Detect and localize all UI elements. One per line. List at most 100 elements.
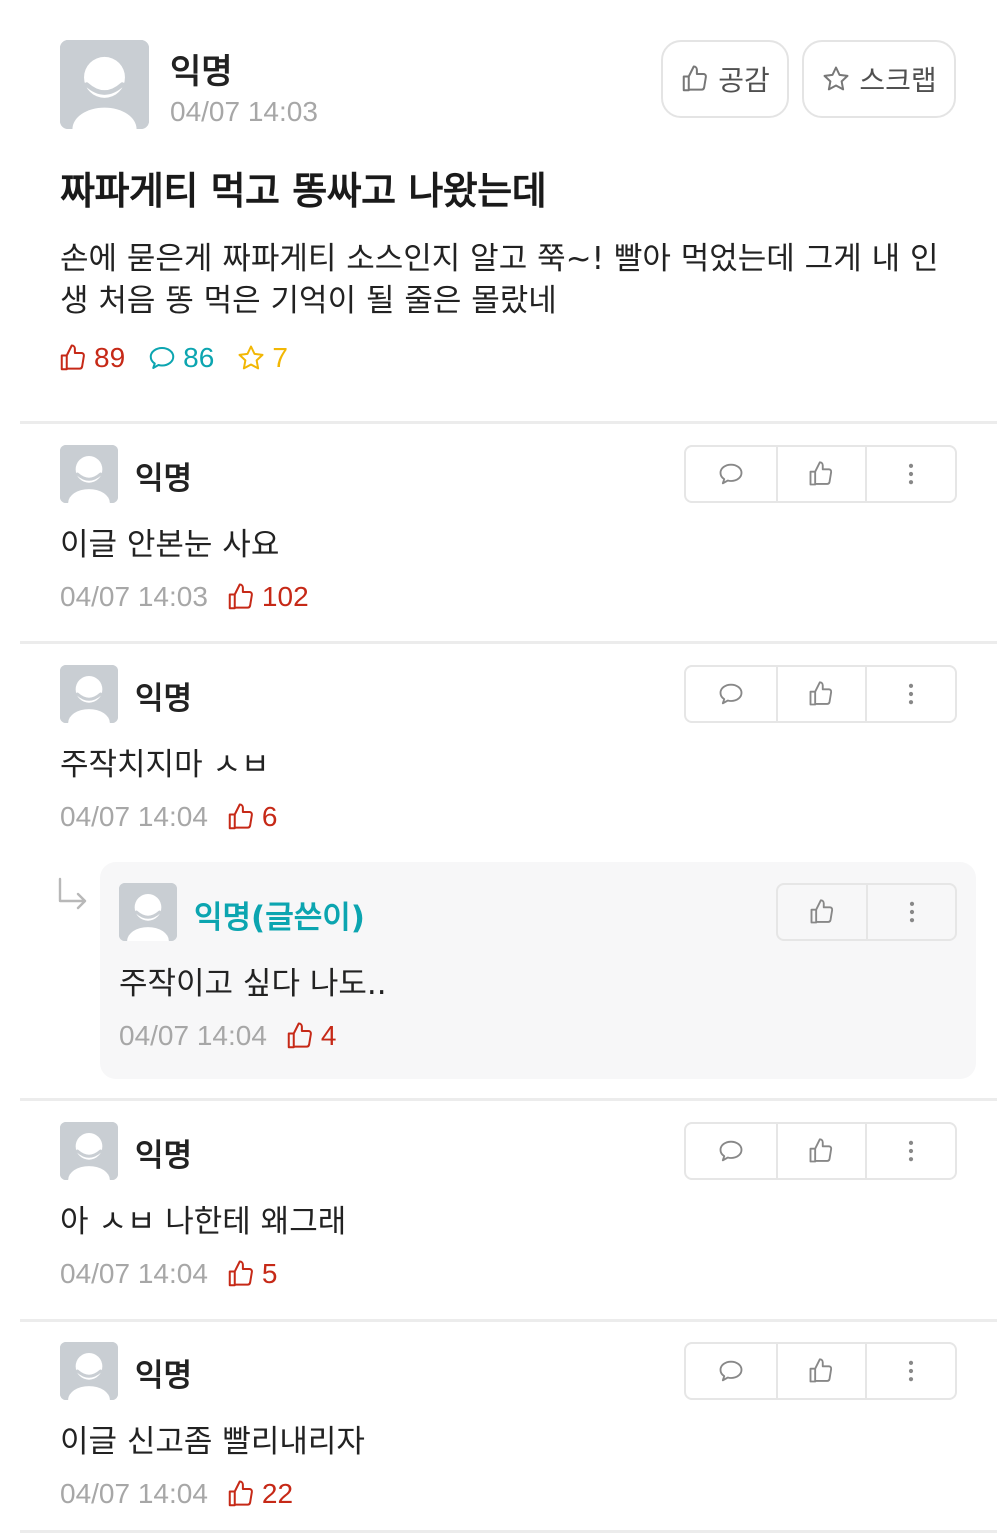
default-avatar-icon	[60, 1342, 118, 1400]
default-avatar-icon	[60, 1122, 118, 1180]
comment-timestamp: 04/07 14:04	[60, 801, 208, 832]
thumbs-up-icon	[285, 1021, 315, 1051]
comment-actions	[684, 1122, 957, 1180]
post-comment-count: 86	[147, 342, 214, 374]
thumbs-up-icon	[680, 64, 710, 94]
reply-item: 익명(글쓴이) 주작이고 싶다 나도.. 04/07 14:04 4	[100, 862, 976, 1079]
reply-author: 익명(글쓴이)	[194, 900, 365, 936]
comment-meta: 04/07 14:03 102	[60, 581, 309, 613]
post-comment-count-value: 86	[183, 342, 215, 373]
post-scrap-count-value: 7	[272, 342, 288, 373]
default-avatar-icon	[60, 445, 118, 503]
post-author-avatar	[60, 40, 149, 129]
post-body: 손에 묻은게 짜파게티 소스인지 알고 쭉~! 빨아 먹었는데 그게 내 인생 …	[60, 241, 939, 319]
comment-author: 익명	[135, 1358, 193, 1394]
more-vertical-icon	[897, 1137, 925, 1165]
comment-like-count-value: 102	[261, 581, 309, 612]
comment-like-count-value: 6	[261, 801, 278, 832]
speech-bubble-icon	[147, 343, 177, 373]
star-icon	[236, 343, 266, 373]
comment-like-button[interactable]	[775, 667, 866, 721]
speech-bubble-icon	[717, 1137, 745, 1165]
reply-button[interactable]	[686, 1344, 776, 1398]
comment-meta: 04/07 14:04 22	[60, 1478, 293, 1510]
comment-like-count-value: 5	[261, 1258, 278, 1289]
comment-timestamp: 04/07 14:04	[60, 1478, 208, 1509]
comment-like-count-value: 22	[261, 1478, 294, 1509]
comment-like-count: 5	[226, 1258, 278, 1290]
thumbs-up-icon	[226, 802, 256, 832]
default-avatar-icon	[119, 883, 177, 941]
more-options-button[interactable]	[865, 447, 955, 501]
comment-like-count: 22	[226, 1478, 293, 1510]
comment-actions	[684, 665, 957, 723]
thumbs-up-icon	[807, 1137, 835, 1165]
reply-timestamp: 04/07 14:04	[119, 1020, 267, 1051]
post-author-name: 익명	[170, 52, 233, 92]
post-title: 짜파게티 먹고 똥싸고 나왔는데	[60, 169, 547, 213]
comment-actions	[684, 1342, 957, 1400]
comment-text: 이글 안본눈 사요	[60, 527, 280, 563]
star-icon	[821, 64, 851, 94]
comment-text: 이글 신고좀 빨리내리자	[60, 1424, 365, 1460]
more-options-button[interactable]	[865, 1124, 955, 1178]
more-options-button[interactable]	[865, 1344, 955, 1398]
comment-like-button[interactable]	[775, 1344, 866, 1398]
thumbs-up-icon	[808, 898, 836, 926]
reply-button[interactable]	[686, 1124, 776, 1178]
comment-avatar	[60, 665, 118, 723]
comment-timestamp: 04/07 14:03	[60, 581, 208, 612]
post-like-button[interactable]: 공감	[661, 40, 789, 118]
thumbs-up-icon	[226, 582, 256, 612]
comment-text: 주작치지마 ㅅㅂ	[60, 747, 270, 783]
comment-author: 익명	[135, 681, 193, 717]
reply-meta: 04/07 14:04 4	[119, 1020, 337, 1052]
reply-actions	[776, 883, 957, 941]
divider	[20, 421, 997, 424]
more-options-button[interactable]	[865, 667, 955, 721]
more-vertical-icon	[898, 898, 926, 926]
post-like-count: 89	[58, 342, 125, 374]
speech-bubble-icon	[717, 680, 745, 708]
comment-like-button[interactable]	[775, 447, 866, 501]
comment-meta: 04/07 14:04 5	[60, 1258, 278, 1290]
reply-avatar	[119, 883, 177, 941]
comment-like-count: 102	[226, 581, 309, 613]
comment-avatar	[60, 1342, 118, 1400]
post-like-button-label: 공감	[718, 64, 770, 97]
comment-author: 익명	[135, 461, 193, 497]
speech-bubble-icon	[717, 460, 745, 488]
divider	[20, 1319, 997, 1322]
more-vertical-icon	[897, 1357, 925, 1385]
post-like-count-value: 89	[94, 342, 126, 373]
comment-author: 익명	[135, 1138, 193, 1174]
divider	[20, 1530, 997, 1533]
post-stats: 89 86 7	[58, 342, 310, 374]
reply-arrow-icon	[58, 877, 87, 910]
divider	[20, 641, 997, 644]
thumbs-up-icon	[807, 1357, 835, 1385]
thumbs-up-icon	[807, 680, 835, 708]
reply-button[interactable]	[686, 447, 776, 501]
default-avatar-icon	[60, 665, 118, 723]
comment-timestamp: 04/07 14:04	[60, 1258, 208, 1289]
divider	[20, 1098, 997, 1101]
post-scrap-count: 7	[236, 342, 288, 374]
thumbs-up-icon	[58, 343, 88, 373]
comment-like-button[interactable]	[775, 1124, 866, 1178]
more-vertical-icon	[897, 460, 925, 488]
post-scrap-button[interactable]: 스크랩	[802, 40, 956, 118]
comment-avatar	[60, 445, 118, 503]
reply-button[interactable]	[686, 667, 776, 721]
comment-text: 아 ㅅㅂ 나한테 왜그래	[60, 1204, 347, 1240]
comment-actions	[684, 445, 957, 503]
comment-avatar	[60, 1122, 118, 1180]
reply-like-button[interactable]	[778, 885, 866, 939]
more-options-button[interactable]	[866, 885, 955, 939]
reply-text: 주작이고 싶다 나도..	[119, 966, 387, 1002]
post-timestamp: 04/07 14:03	[170, 96, 318, 127]
default-avatar-icon	[60, 40, 149, 129]
comment-meta: 04/07 14:04 6	[60, 801, 278, 833]
post-scrap-button-label: 스크랩	[859, 64, 937, 97]
reply-like-count-value: 4	[320, 1020, 337, 1051]
